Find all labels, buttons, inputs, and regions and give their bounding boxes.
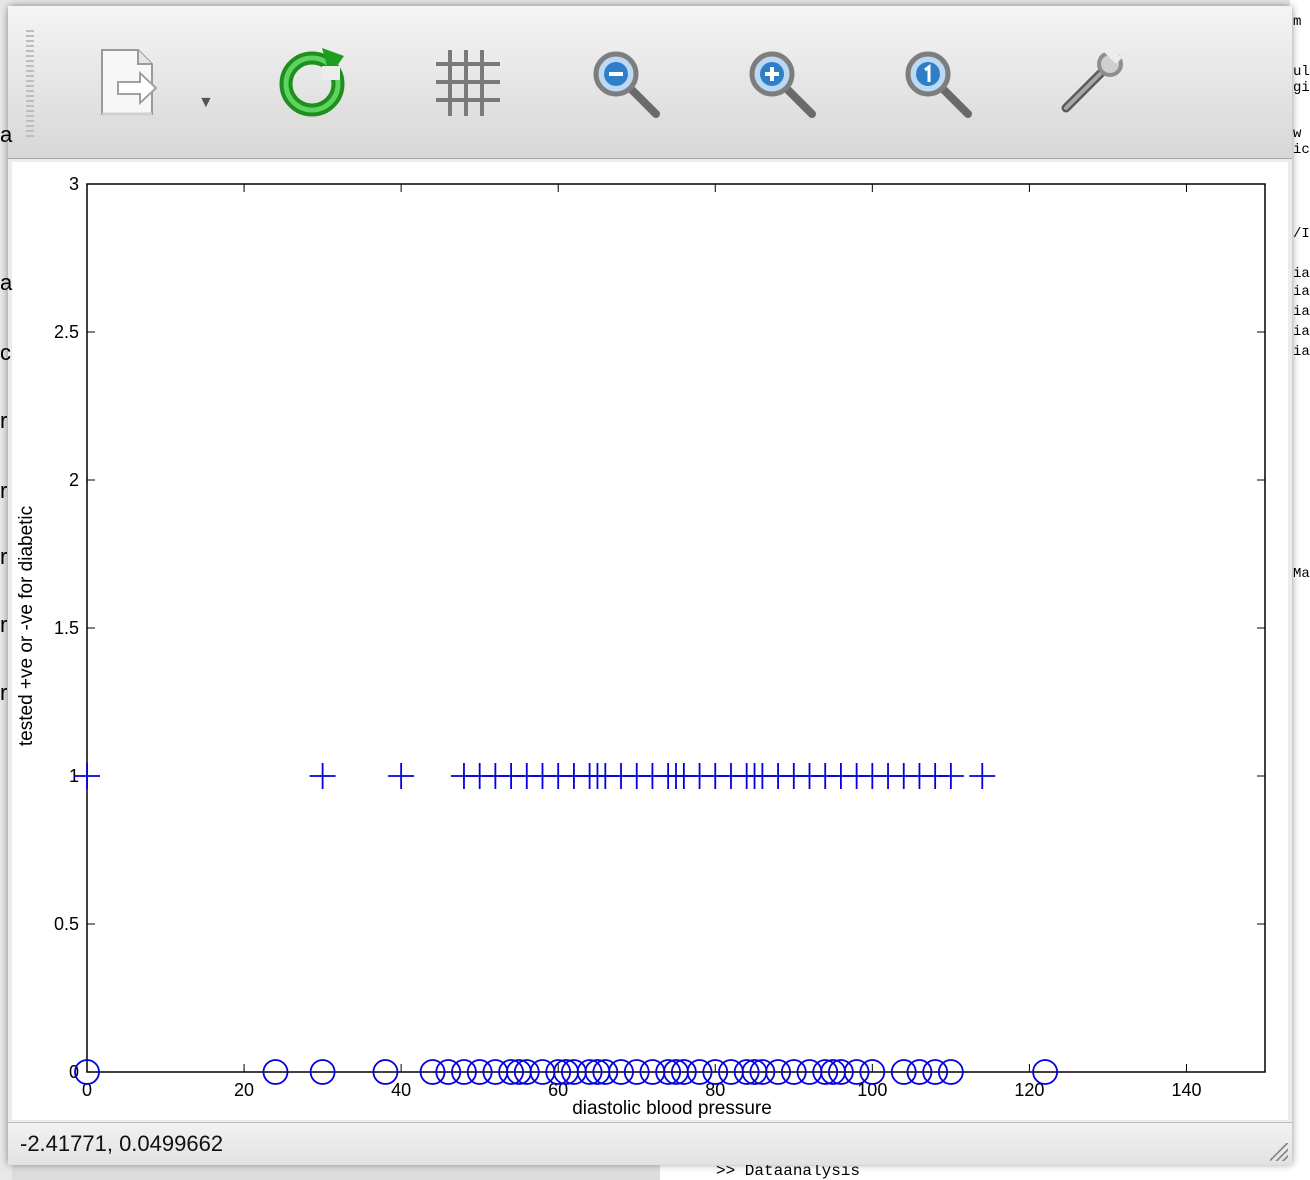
background-text-line: ia — [1293, 266, 1310, 282]
zoom-reset-icon — [905, 51, 972, 118]
y-tick-label: 3 — [69, 174, 79, 194]
background-text-line: ia — [1293, 344, 1310, 360]
settings-button[interactable] — [1052, 42, 1132, 122]
background-text-fragment: a — [0, 270, 13, 295]
x-tick-label: 80 — [705, 1080, 725, 1100]
y-tick-label: 1.5 — [54, 618, 79, 638]
settings-wrench-icon — [1061, 46, 1123, 113]
y-axis-label: tested +ve or -ve for diabetic — [16, 506, 37, 746]
background-text-line: Ma — [1293, 566, 1310, 582]
background-text-line: ia — [1293, 304, 1310, 320]
export-dropdown-icon[interactable]: ▼ — [198, 94, 214, 112]
background-text-line: m — [1293, 14, 1302, 30]
x-tick-label: 20 — [234, 1080, 254, 1100]
background-text-fragment: r — [0, 478, 8, 503]
plot-frame — [86, 183, 1266, 1073]
cursor-coordinates: -2.41771, 0.0499662 — [20, 1131, 224, 1156]
background-text-line: w — [1293, 126, 1302, 142]
export-button[interactable] — [96, 42, 176, 122]
refresh-button[interactable] — [272, 42, 352, 122]
x-tick-label: 140 — [1171, 1080, 1201, 1100]
y-tick-label: 2.5 — [54, 322, 79, 342]
y-tick-label: 0.5 — [54, 914, 79, 934]
background-text-fragment: a — [0, 122, 13, 147]
x-tick-label: 60 — [548, 1080, 568, 1100]
x-tick-label: 40 — [391, 1080, 411, 1100]
background-text-fragment: r — [0, 612, 8, 637]
toolbar-grip[interactable] — [26, 30, 34, 140]
background-text-fragment: c — [0, 340, 11, 365]
background-text-line: gi — [1293, 80, 1310, 96]
background-text-fragment: r — [0, 408, 8, 433]
background-window-right — [1290, 0, 1310, 1180]
grid-toggle-button[interactable] — [428, 42, 508, 122]
resize-grip[interactable] — [1270, 1143, 1288, 1161]
background-text-fragment: r — [0, 680, 8, 705]
y-tick-label: 2 — [69, 470, 79, 490]
zoom-in-button[interactable] — [740, 42, 820, 122]
plot-area[interactable]: tested +ve or -ve for diabetic diastolic… — [12, 162, 1288, 1120]
refresh-icon — [279, 48, 345, 117]
figure-toolbar: ▼ — [8, 6, 1292, 159]
export-icon — [101, 49, 158, 116]
data-point-plus — [309, 763, 336, 789]
status-bar: -2.41771, 0.0499662 — [8, 1122, 1292, 1165]
grid-icon — [436, 50, 500, 116]
zoom-out-icon — [593, 51, 660, 118]
background-text-fragment: r — [0, 544, 8, 569]
zoom-out-button[interactable] — [584, 42, 664, 122]
background-text-line: ia — [1293, 324, 1310, 340]
data-point-plus — [969, 763, 996, 789]
x-axis-label: diastolic blood pressure — [572, 1098, 772, 1119]
data-point-plus — [388, 763, 415, 789]
data-point-plus — [937, 763, 964, 789]
background-text-line: ul — [1293, 64, 1310, 80]
background-text-line: ia — [1293, 284, 1310, 300]
background-text-line: /I — [1293, 226, 1310, 242]
zoom-in-icon — [749, 51, 816, 118]
scatter-chart: tested +ve or -ve for diabetic diastolic… — [16, 174, 1266, 1119]
zoom-reset-button[interactable] — [896, 42, 976, 122]
background-text-line: ic — [1293, 142, 1310, 158]
figure-window: ▼ tested +ve or -ve for diabetic diastol… — [8, 6, 1292, 1165]
